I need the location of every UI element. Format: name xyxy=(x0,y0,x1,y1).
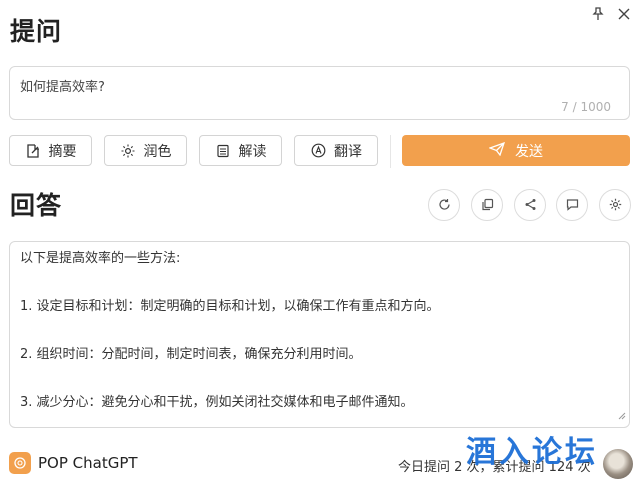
polish-button[interactable]: 润色 xyxy=(104,135,187,166)
resize-handle-icon[interactable] xyxy=(618,409,626,424)
answer-line: 3. 减少分心：避免分心和干扰，例如关闭社交媒体和电子邮件通知。 xyxy=(20,395,414,410)
comment-icon xyxy=(566,196,579,215)
watermark: 酒入论坛 xyxy=(466,435,598,470)
footer: POP ChatGPT 今日提问 2 次，累计提问 124 次 酒入论坛 xyxy=(0,435,640,485)
question-input[interactable]: 如何提高效率? 7 / 1000 xyxy=(9,66,630,120)
translate-button[interactable]: 翻译 xyxy=(294,135,378,166)
refresh-button[interactable] xyxy=(428,189,460,221)
list-icon xyxy=(215,143,231,159)
refresh-icon xyxy=(438,196,451,215)
settings-button[interactable] xyxy=(599,189,631,221)
answer-line: 2. 组织时间：分配时间，制定时间表，确保充分利用时间。 xyxy=(20,347,362,362)
window-controls xyxy=(590,6,632,22)
polish-label: 润色 xyxy=(143,143,172,160)
answer-title: 回答 xyxy=(10,191,63,220)
copy-button[interactable] xyxy=(471,189,503,221)
summary-label: 摘要 xyxy=(48,143,77,160)
question-text[interactable]: 如何提高效率? xyxy=(20,80,105,95)
interpret-button[interactable]: 解读 xyxy=(199,135,282,166)
divider xyxy=(390,135,391,168)
close-icon[interactable] xyxy=(616,6,632,22)
comment-button[interactable] xyxy=(556,189,588,221)
pin-icon[interactable] xyxy=(590,6,606,22)
char-counter: 7 / 1000 xyxy=(561,100,611,114)
interpret-label: 解读 xyxy=(238,143,267,160)
answer-output[interactable]: 以下是提高效率的一些方法: 1. 设定目标和计划：制定明确的目标和计划，以确保工… xyxy=(9,241,630,428)
translate-icon xyxy=(310,143,326,159)
chatgpt-logo-icon xyxy=(9,452,31,474)
share-button[interactable] xyxy=(514,189,546,221)
brand-name: POP ChatGPT xyxy=(38,454,138,472)
translate-label: 翻译 xyxy=(334,143,362,160)
send-button[interactable]: 发送 xyxy=(402,135,630,166)
send-icon xyxy=(488,141,506,160)
send-label: 发送 xyxy=(515,143,543,160)
answer-line: 以下是提高效率的一些方法: xyxy=(20,251,181,266)
sun-icon xyxy=(120,143,136,159)
summary-icon xyxy=(25,143,41,159)
share-icon xyxy=(524,196,537,215)
question-title: 提问 xyxy=(10,17,63,46)
copy-icon xyxy=(481,196,494,215)
summary-button[interactable]: 摘要 xyxy=(9,135,92,166)
settings-icon xyxy=(609,196,622,215)
answer-line: 1. 设定目标和计划：制定明确的目标和计划，以确保工作有重点和方向。 xyxy=(20,299,440,314)
avatar[interactable] xyxy=(603,449,633,479)
